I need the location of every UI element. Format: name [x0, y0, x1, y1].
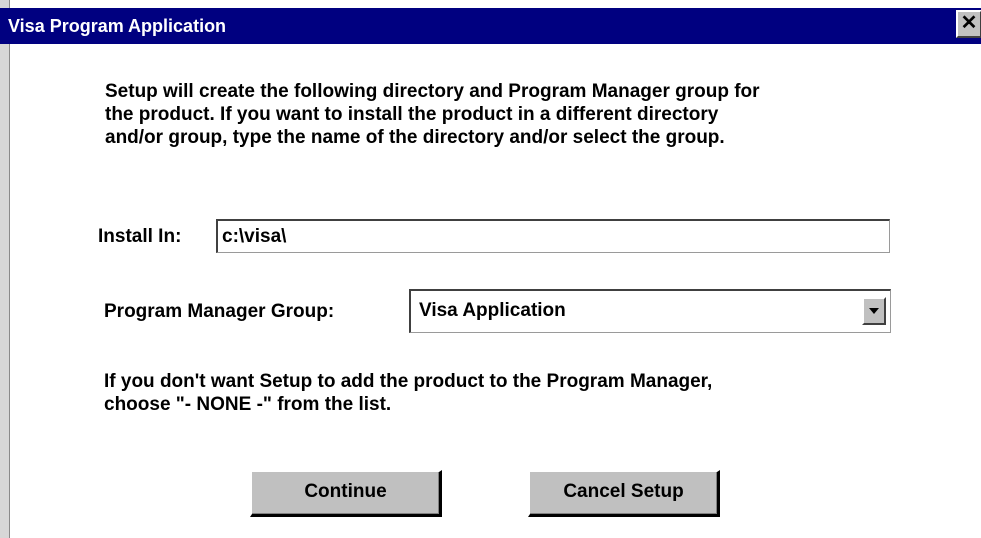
close-icon: ✕	[960, 12, 978, 34]
install-directory-input[interactable]	[216, 219, 890, 253]
title-bar[interactable]: Visa Program Application ✕	[0, 8, 981, 44]
window-title: Visa Program Application	[8, 16, 227, 36]
window-left-border	[0, 0, 10, 538]
intro-line: the product. If you want to install the …	[105, 104, 719, 125]
program-manager-group-label: Program Manager Group:	[104, 301, 335, 322]
continue-button[interactable]: Continue	[250, 470, 442, 517]
intro-line: Setup will create the following director…	[105, 81, 760, 102]
setup-dialog: Visa Program Application ✕ Setup will cr…	[0, 0, 981, 538]
intro-text: Setup will create the following director…	[105, 80, 925, 149]
close-button[interactable]: ✕	[956, 10, 981, 38]
program-manager-group-select[interactable]: Visa Application	[409, 289, 891, 333]
install-in-label: Install In:	[98, 226, 182, 247]
cancel-setup-button[interactable]: Cancel Setup	[528, 470, 720, 517]
program-manager-group-value: Visa Application	[419, 300, 566, 321]
intro-line: and/or group, type the name of the direc…	[105, 127, 725, 148]
dropdown-button[interactable]	[862, 297, 886, 325]
none-option-note: If you don't want Setup to add the produ…	[104, 370, 712, 416]
note-line: choose "- NONE -" from the list.	[104, 394, 392, 415]
note-line: If you don't want Setup to add the produ…	[104, 371, 713, 392]
chevron-down-icon	[869, 308, 879, 314]
